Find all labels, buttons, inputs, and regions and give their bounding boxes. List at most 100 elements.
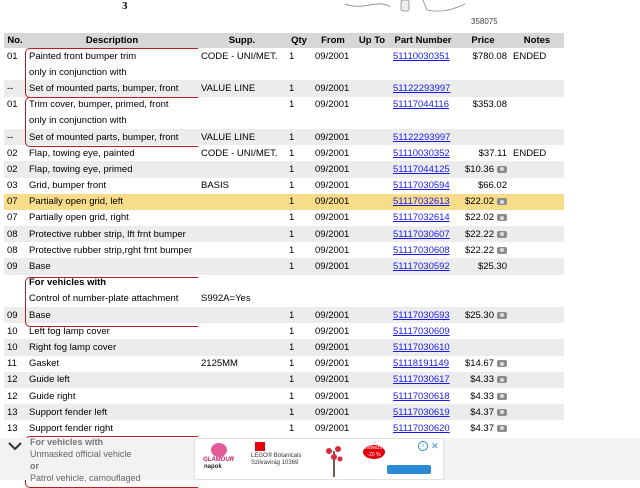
table-row: 03 Grid, bumper front BASIS 1 09/2001 5111703… (4, 178, 564, 194)
ad-banner[interactable]: GLAMOUR napok LEGO® Botanicals Szilvavir… (194, 438, 444, 480)
part-number-cell: 51122293997 (390, 80, 456, 97)
item-number-cell (4, 291, 26, 307)
part-number-link[interactable]: 51117030610 (393, 342, 450, 353)
price-cell (456, 291, 510, 307)
col-header-upto[interactable]: Up To (354, 33, 390, 48)
part-description: For vehicles with (29, 277, 107, 289)
ad-close-icon[interactable]: ✕ (431, 441, 439, 452)
part-number-link[interactable]: 51117032613 (393, 196, 450, 207)
part-number-link[interactable]: 51117030594 (393, 180, 450, 191)
item-number-cell: 09 (4, 307, 26, 324)
part-number-cell: 51110030351 (390, 48, 456, 64)
col-header-supp[interactable]: Supp. (198, 33, 286, 48)
quantity-cell: 1 (286, 242, 312, 258)
camera-icon[interactable] (497, 198, 507, 206)
flower-product-image[interactable] (323, 443, 345, 477)
camera-icon[interactable] (497, 246, 507, 254)
notes: ENDED (513, 50, 547, 62)
ad-lego-block[interactable]: LEGO® Botanicals Szilvavirág 10369 (251, 442, 331, 478)
valid-from: 09/2001 (315, 82, 350, 94)
supplement-code-cell (198, 339, 286, 356)
part-number-link[interactable]: 51117030607 (393, 229, 450, 240)
table-row: 02 Flap, towing eye, painted CODE - UNI/ME… (4, 145, 564, 161)
part-description: Control of number-plate attachment (29, 293, 179, 305)
camera-icon[interactable] (497, 311, 507, 319)
part-number-link[interactable]: 51117030618 (393, 391, 450, 402)
part-number-link[interactable]: 51117030620 (393, 423, 450, 434)
part-description: Flap, towing eye, painted (29, 147, 135, 159)
item-number: 01 (7, 99, 18, 111)
part-description-cell: Left fog lamp cover (26, 323, 198, 339)
ad-info-icon[interactable]: i (418, 441, 428, 451)
part-number-cell: 51117030592 (390, 258, 456, 275)
part-number-link[interactable]: 51117044116 (393, 99, 449, 110)
part-number-link[interactable]: 51117030609 (393, 326, 450, 337)
part-number-link[interactable]: 51117030617 (393, 374, 450, 385)
price-cell: $353.08 (456, 97, 510, 113)
part-number-link[interactable]: 51110030352 (393, 148, 450, 159)
valid-up-to-cell (354, 97, 390, 113)
quantity-cell: 1 (286, 161, 312, 178)
camera-icon[interactable] (497, 424, 507, 432)
col-header-from[interactable]: From (312, 33, 354, 48)
part-number-link[interactable]: 51117044125 (393, 164, 450, 175)
camera-icon[interactable] (497, 376, 507, 384)
valid-up-to-cell (354, 339, 390, 356)
camera-icon[interactable] (497, 214, 507, 222)
table-row: 01 Trim cover, bumper, primed, front 1 09/2… (4, 97, 564, 113)
notes-cell (510, 339, 564, 356)
valid-up-to-cell (354, 48, 390, 64)
camera-icon[interactable] (497, 230, 507, 238)
part-number-link[interactable]: 51117030593 (393, 310, 450, 321)
item-number: 02 (7, 163, 18, 175)
valid-from-cell: 09/2001 (312, 356, 354, 372)
supplement-code-cell: CODE - UNI/MET. (198, 145, 286, 161)
valid-from: 09/2001 (315, 180, 350, 192)
footnote-line-4: Patrol vehicle, camouflaged (30, 473, 141, 483)
part-number-link[interactable]: 51122293997 (393, 83, 450, 94)
camera-icon[interactable] (497, 360, 507, 368)
table-row: 07 Partially open grid, left 1 09/2001 51117… (4, 193, 564, 210)
col-header-notes[interactable]: Notes (510, 33, 564, 48)
notes-cell (510, 420, 564, 436)
col-header-qty[interactable]: Qty (286, 33, 312, 48)
price-cell: $22.02 (456, 193, 510, 210)
camera-icon[interactable] (497, 408, 507, 416)
part-description-cell: Base (26, 307, 198, 324)
ad-cta-button[interactable] (387, 465, 431, 474)
table-row: 13 Support fender right 1 09/2001 5111703062… (4, 420, 564, 436)
col-header-description[interactable]: Description (26, 33, 198, 48)
part-number-link[interactable]: 51122293997 (393, 132, 450, 143)
item-number: 13 (7, 406, 18, 418)
valid-from-cell: 09/2001 (312, 420, 354, 436)
ad-glamour-logo[interactable]: GLAMOUR napok (203, 443, 237, 473)
part-description-cell: only in conjunction with (26, 64, 198, 80)
part-number-cell: 51117030619 (390, 404, 456, 421)
price-cell: $10.36 (456, 161, 510, 178)
part-number-link[interactable]: 51117030592 (393, 261, 450, 272)
part-number-link[interactable]: 51117032614 (393, 212, 450, 223)
supplement-code-cell: S992A=Yes (198, 291, 286, 307)
camera-icon[interactable] (497, 165, 507, 173)
part-number-link[interactable]: 51118191149 (393, 358, 449, 369)
valid-up-to-cell (354, 128, 390, 146)
item-number: 12 (7, 374, 18, 386)
table-row: 01 Painted front bumper trim CODE - UNI/ME… (4, 48, 564, 64)
part-number-link[interactable]: 51110030351 (393, 51, 450, 62)
col-header-price[interactable]: Price (456, 33, 510, 48)
quantity-cell: 1 (286, 80, 312, 97)
col-header-part-number[interactable]: Part Number (390, 33, 456, 48)
part-number-link[interactable]: 51117030619 (393, 407, 450, 418)
table-row: 12 Guide left 1 09/2001 51117030617 $4.33 (4, 371, 564, 388)
chevron-down-icon[interactable] (7, 441, 23, 451)
valid-up-to-cell (354, 323, 390, 339)
col-header-no[interactable]: No. (4, 33, 26, 48)
part-number-cell: 51117030617 (390, 371, 456, 388)
quantity: 1 (289, 147, 295, 159)
camera-icon[interactable] (497, 392, 507, 400)
item-number-cell: 11 (4, 356, 26, 372)
part-description: Left fog lamp cover (29, 325, 110, 337)
part-description: Partially open grid, right (29, 212, 129, 224)
part-number-link[interactable]: 51117030608 (393, 245, 450, 256)
part-description: Support fender right (29, 422, 113, 434)
